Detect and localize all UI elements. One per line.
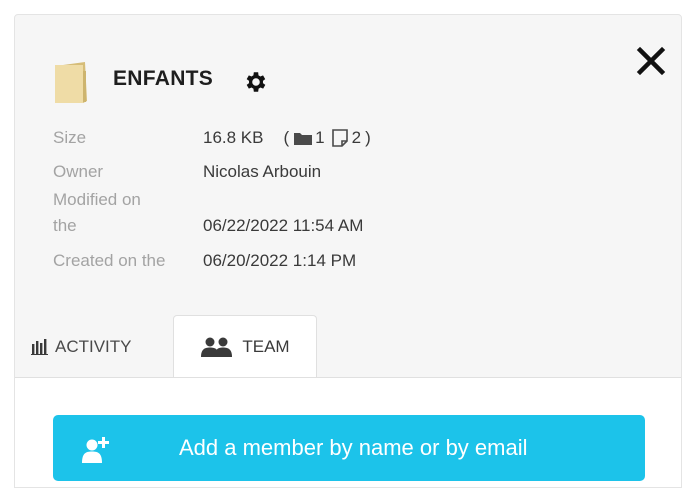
- tab-activity-label: ACTIVITY: [55, 337, 132, 356]
- tab-bar: ACTIVITY TEAM: [15, 315, 681, 378]
- details-header: ENFANTS Size 16.8 KB (1 2) Owner Nicolas A…: [15, 15, 681, 315]
- size-label: Size: [53, 128, 87, 147]
- add-member-button[interactable]: Add a member by name or by email: [53, 415, 645, 481]
- gear-icon[interactable]: [243, 69, 269, 95]
- close-icon[interactable]: [635, 45, 667, 77]
- content-counts: (1 2): [284, 127, 371, 149]
- owner-value: Nicolas Arbouin: [203, 162, 322, 181]
- owner-label: Owner: [53, 162, 104, 181]
- team-content: Add a member by name or by email: [15, 377, 681, 487]
- folder-small-icon: [294, 133, 313, 145]
- modified-label-line1: Modified on: [53, 190, 141, 209]
- created-value: 06/20/2022 1:14 PM: [203, 251, 357, 270]
- add-user-icon: [82, 437, 109, 463]
- folder-details-panel: ENFANTS Size 16.8 KB (1 2) Owner Nicolas A…: [14, 14, 682, 488]
- folders-count: 1: [315, 128, 325, 147]
- tab-team[interactable]: TEAM: [173, 315, 317, 378]
- file-small-icon: [331, 129, 348, 147]
- size-value: 16.8 KB (1 2): [203, 127, 371, 149]
- created-label: Created on the: [53, 251, 166, 270]
- modified-label-line2: the: [53, 216, 77, 235]
- add-member-label: Add a member by name or by email: [179, 435, 528, 460]
- modified-value: 06/22/2022 11:54 AM: [203, 216, 364, 235]
- tab-team-label: TEAM: [242, 337, 290, 356]
- size-text: 16.8 KB: [203, 128, 264, 147]
- folder-name: ENFANTS: [113, 67, 214, 90]
- counts-close: ): [365, 128, 371, 147]
- tab-activity[interactable]: ACTIVITY: [31, 331, 132, 363]
- bar-chart-icon: [31, 339, 48, 355]
- counts-open: (: [283, 128, 290, 147]
- folder-icon: [55, 62, 87, 103]
- files-count: 2: [351, 128, 362, 147]
- users-icon: [201, 337, 233, 357]
